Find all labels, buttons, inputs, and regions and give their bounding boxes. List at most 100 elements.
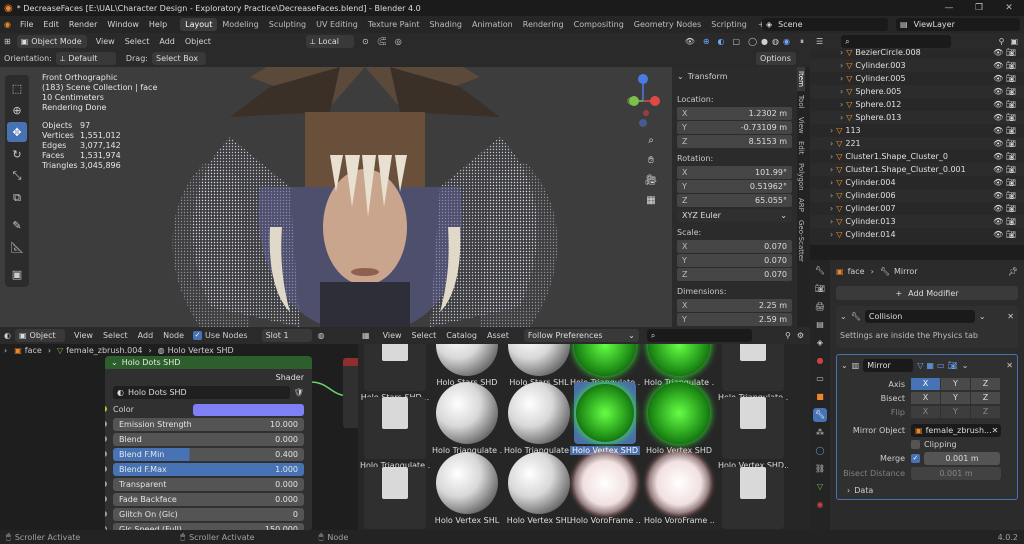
breadcrumb-object[interactable]: face — [25, 346, 42, 355]
sidebar-tab-view[interactable]: View — [797, 113, 805, 138]
expand-arrow-icon[interactable]: › — [830, 230, 833, 239]
scale-z-field[interactable]: Z 0.070 — [677, 268, 792, 281]
asset-item[interactable]: Holo Triangulate ... — [504, 382, 574, 455]
maximize-button[interactable]: ❐ — [964, 3, 994, 13]
asset-item[interactable]: Holo Vertex SHD... — [360, 452, 430, 530]
visibility-eye-icon[interactable]: 👁︎ 📷︎ — [993, 204, 1016, 213]
grid-view-icon[interactable]: ▦ — [642, 191, 660, 211]
tab-layout[interactable]: Layout — [180, 18, 218, 31]
sidebar-tab-tool[interactable]: Tool — [797, 91, 805, 113]
asset-menu-select[interactable]: Select — [407, 331, 442, 340]
visibility-eye-icon[interactable]: 👁︎ 📷︎ — [993, 165, 1016, 174]
material-icon[interactable]: ◍ — [318, 331, 325, 340]
tab-scripting[interactable]: Scripting — [706, 18, 752, 31]
scene-selector[interactable]: ◈ Scene — [762, 18, 888, 31]
location-x-field[interactable]: X 1.2302 m — [677, 107, 792, 120]
expand-arrow-icon[interactable]: › — [830, 204, 833, 213]
clear-icon[interactable]: ✕ — [992, 426, 999, 435]
color-swatch[interactable] — [193, 403, 304, 416]
visibility-eye-icon[interactable]: 👁︎ 📷︎ — [993, 178, 1016, 187]
outliner-item[interactable]: › ▽ Cluster1.Shape_Cluster_0.001 👁︎ 📷︎ — [810, 163, 1024, 176]
expand-arrow-icon[interactable]: › — [840, 74, 843, 83]
asset-item[interactable]: Holo VoroFrame ... — [644, 452, 714, 525]
breadcrumb-mesh[interactable]: female_zbrush.004 — [66, 346, 142, 355]
input-socket[interactable] — [105, 421, 107, 427]
shader-editor-icon[interactable]: ◐ — [4, 331, 11, 340]
filter-icon[interactable]: ⚲ — [999, 37, 1005, 46]
node-input-field[interactable]: Blend F.Min 0.400 — [105, 448, 304, 461]
transform-orientation-selector[interactable]: ⟂ Local — [305, 35, 354, 48]
expand-arrow-icon[interactable]: › — [830, 178, 833, 187]
outliner-item[interactable]: › ▽ 113 👁︎ 📷︎ — [810, 124, 1024, 137]
collection-tab-icon[interactable]: ▭ — [813, 372, 827, 386]
cursor-tool-icon[interactable]: ⊕ — [7, 100, 27, 120]
slot-selector[interactable]: Slot 1 — [261, 329, 312, 342]
visibility-eye-icon[interactable]: 👁︎ 📷︎ — [993, 100, 1016, 109]
rotation-z-field[interactable]: Z 65.055° — [677, 194, 792, 207]
node-input-field[interactable]: Fade Backface 0.000 — [105, 493, 304, 506]
outliner-item[interactable]: › ▽ Sphere.013 👁︎ 📷︎ — [810, 111, 1024, 124]
bisect-distance-field[interactable]: 0.001 m — [911, 467, 1001, 480]
asset-item[interactable]: Holo VoroFrame ... — [570, 452, 640, 525]
tab-compositing[interactable]: Compositing — [569, 18, 629, 31]
asset-search-input[interactable]: ⌕ — [646, 329, 752, 342]
sidebar-tab-polygon[interactable]: Polygon — [797, 159, 805, 195]
node-input-field[interactable]: Emission Strength 10.000 — [105, 418, 304, 431]
node-header[interactable]: ⌄ Holo Dots SHD — [105, 356, 312, 369]
asset-item[interactable]: Holo Stars SHL — [504, 344, 574, 387]
material-tab-icon[interactable]: ◉ — [813, 498, 827, 512]
visibility-eye-icon[interactable]: 👁︎ 📷︎ — [993, 126, 1016, 135]
expand-arrow-icon[interactable]: › — [840, 87, 843, 96]
bisect-x-toggle[interactable]: X — [911, 392, 940, 404]
input-socket[interactable] — [105, 481, 107, 487]
particles-tab-icon[interactable]: ⁂ — [813, 426, 827, 440]
collapse-node-icon[interactable]: ⌄ — [111, 358, 118, 367]
outliner-editor-icon[interactable]: ☰ — [816, 37, 823, 46]
asset-menu-asset[interactable]: Asset — [482, 331, 514, 340]
asset-item[interactable]: Holo Vertex SHD — [644, 382, 714, 455]
world-tab-icon[interactable]: ● — [813, 354, 827, 368]
orientation-selector[interactable]: ⟂ Default — [55, 52, 116, 65]
node-menu-view[interactable]: View — [69, 331, 98, 340]
outliner-item[interactable]: › ▽ Cylinder.003 👁︎ 📷︎ — [810, 59, 1024, 72]
tab-shading[interactable]: Shading — [424, 18, 467, 31]
outliner-item[interactable]: › ▽ Sphere.012 👁︎ 📷︎ — [810, 98, 1024, 111]
axis-z-toggle[interactable]: Z — [971, 378, 1000, 390]
input-socket[interactable] — [105, 451, 107, 457]
pan-hand-icon[interactable]: ✋︎ — [642, 151, 660, 171]
collapse-mirror-icon[interactable]: ⌄ — [841, 361, 848, 370]
proportional-edit-icon[interactable]: ◎ — [395, 37, 402, 46]
mirror-remove-icon[interactable]: ✕ — [1006, 361, 1013, 370]
minimize-button[interactable]: — — [934, 3, 964, 13]
merge-distance-field[interactable]: 0.001 m — [924, 452, 1000, 465]
new-collection-icon[interactable]: ▣ — [1010, 37, 1018, 46]
node-group-selector[interactable]: ◐ Holo Dots SHD — [113, 386, 290, 399]
asset-item[interactable]: Holo Triangulate ... — [570, 344, 640, 387]
collision-name-field[interactable]: Collision — [864, 310, 975, 323]
node-menu-select[interactable]: Select — [98, 331, 133, 340]
visibility-eye-icon[interactable]: 👁︎ 📷︎ — [993, 87, 1016, 96]
flip-z-toggle[interactable]: Z — [971, 406, 1000, 418]
material-shading-icon[interactable]: ◍ — [772, 37, 779, 46]
physics-tab-icon[interactable]: ◯ — [813, 444, 827, 458]
menu-window[interactable]: Window — [102, 20, 144, 29]
merge-checkbox[interactable]: ✓ — [911, 454, 920, 463]
wireframe-shading-icon[interactable]: ◯ — [748, 37, 757, 46]
tab-geometry-nodes[interactable]: Geometry Nodes — [629, 18, 706, 31]
expand-arrow-icon[interactable]: › — [840, 48, 843, 57]
object-tab-icon[interactable]: ■ — [813, 390, 827, 404]
group-node[interactable]: ⌄ Holo Dots SHD Shader ◐ Holo Dots SHD 🛡︎… — [105, 356, 312, 531]
pin-icon[interactable]: 📌︎ — [1008, 267, 1018, 276]
node-input-field[interactable]: Blend 0.000 — [105, 433, 304, 446]
tweak-tool-icon[interactable]: ⬚ — [7, 78, 27, 98]
flip-x-toggle[interactable]: X — [911, 406, 940, 418]
node-menu-node[interactable]: Node — [158, 331, 189, 340]
rotation-x-field[interactable]: X 101.99° — [677, 166, 792, 179]
input-socket[interactable] — [105, 466, 107, 472]
solid-shading-icon[interactable]: ● — [761, 37, 768, 46]
clipping-checkbox[interactable] — [911, 440, 920, 449]
output-node-edge[interactable] — [343, 358, 358, 428]
expand-arrow-icon[interactable]: › — [830, 165, 833, 174]
pivot-icon[interactable]: ⊙ — [362, 37, 369, 46]
collision-remove-icon[interactable]: ✕ — [1007, 312, 1014, 321]
